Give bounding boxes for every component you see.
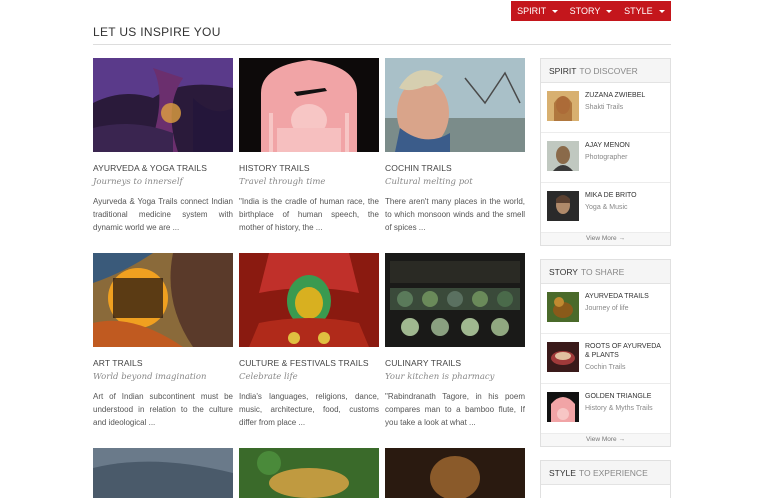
nav-story[interactable]: STORY <box>564 1 617 21</box>
item-subtitle: Cochin Trails <box>585 364 626 371</box>
story-thumbnail[interactable] <box>547 342 579 372</box>
avatar[interactable] <box>547 141 579 171</box>
card-description: India's languages, religions, dance, mus… <box>239 392 379 427</box>
card-culinary[interactable]: CULINARY TRAILS Your kitchen is pharmacy… <box>385 253 525 429</box>
culture-image[interactable] <box>239 253 379 347</box>
item-subtitle: Shakti Trails <box>585 104 624 111</box>
widget-heading: STORY TO SHARE <box>541 260 670 284</box>
card-image-row3-2[interactable] <box>239 448 379 498</box>
item-name[interactable]: AJAY MENON <box>585 141 630 150</box>
item-subtitle: History & Myths Trails <box>585 405 653 412</box>
list-item[interactable]: AJAY MENON Photographer <box>541 133 670 183</box>
nav-story-label: STORY <box>569 6 601 16</box>
card-image-row3-1[interactable] <box>93 448 233 498</box>
widget-heading-strong: STORY <box>549 266 578 277</box>
nav-spirit[interactable]: SPIRIT <box>511 1 564 21</box>
caret-down-icon <box>606 9 613 13</box>
list-item[interactable]: ROOTS OF AYURVEDA & PLANTS Cochin Trails <box>541 334 670 384</box>
card-ayurveda-yoga[interactable]: AYURVEDA & YOGA TRAILS Journeys to inner… <box>93 58 233 234</box>
card-tagline: Cultural melting pot <box>385 177 473 187</box>
list-item[interactable]: MIKA DE BRITO Yoga & Music <box>541 183 670 233</box>
nav-spirit-label: SPIRIT <box>517 6 547 16</box>
title-divider <box>93 44 671 45</box>
item-subtitle: Photographer <box>585 154 628 161</box>
card-description: There aren't many places in the world, t… <box>385 197 525 232</box>
spirit-widget: SPIRIT TO DISCOVER ZUZANA ZWIEBEL Shakti… <box>540 58 671 246</box>
item-subtitle: Yoga & Music <box>585 204 628 211</box>
widget-heading-light: TO EXPERIENCE <box>578 467 648 478</box>
widget-heading-strong: SPIRIT <box>549 65 577 76</box>
card-title[interactable]: COCHIN TRAILS <box>385 163 525 173</box>
item-subtitle: Journey of life <box>585 305 629 312</box>
culinary-image[interactable] <box>385 253 525 347</box>
card-title[interactable]: AYURVEDA & YOGA TRAILS <box>93 163 233 173</box>
card-tagline: Celebrate life <box>239 372 298 382</box>
art-image[interactable] <box>93 253 233 347</box>
card-title[interactable]: CULTURE & FESTIVALS TRAILS <box>239 358 379 368</box>
widget-heading-strong: STYLE <box>549 467 576 478</box>
card-description: "Rabindranath Tagore, in his poem compar… <box>385 392 525 427</box>
view-more-link[interactable]: View More → <box>541 233 670 245</box>
caret-down-icon <box>552 9 559 13</box>
item-name[interactable]: GOLDEN TRIANGLE <box>585 392 653 401</box>
card-image-row3-3[interactable] <box>385 448 525 498</box>
story-widget: STORY TO SHARE AYURVEDA TRAILS Journey o… <box>540 259 671 447</box>
nav-style[interactable]: STYLE <box>618 1 671 21</box>
card-tagline: Travel through time <box>239 177 326 187</box>
page-title: LET US INSPIRE YOU <box>93 25 221 39</box>
list-item[interactable]: ZUZANA ZWIEBEL Shakti Trails <box>541 83 670 133</box>
ayurveda-image[interactable] <box>93 58 233 152</box>
card-tagline: Your kitchen is pharmacy <box>385 372 495 382</box>
widget-heading-light: TO SHARE <box>580 266 625 277</box>
item-name[interactable]: ROOTS OF AYURVEDA & PLANTS <box>585 342 664 360</box>
top-nav: SPIRIT STORY STYLE <box>511 1 671 21</box>
card-description: "India is the cradle of human race, the … <box>239 197 379 232</box>
card-description: Ayurveda & Yoga Trails connect Indian tr… <box>93 197 233 232</box>
history-image[interactable] <box>239 58 379 152</box>
card-description: Art of Indian subcontinent must be under… <box>93 392 233 427</box>
card-tagline: Journeys to innerself <box>93 177 183 187</box>
widget-heading: STYLE TO EXPERIENCE <box>541 461 670 485</box>
card-title[interactable]: CULINARY TRAILS <box>385 358 525 368</box>
story-thumbnail[interactable] <box>547 292 579 322</box>
nav-style-label: STYLE <box>624 6 653 16</box>
story-thumbnail[interactable] <box>547 392 579 422</box>
caret-down-icon <box>658 9 665 13</box>
avatar[interactable] <box>547 191 579 221</box>
cochin-image[interactable] <box>385 58 525 152</box>
card-tagline: World beyond imagination <box>93 372 207 382</box>
card-history[interactable]: HISTORY TRAILS Travel through time "Indi… <box>239 58 379 234</box>
card-culture-festivals[interactable]: CULTURE & FESTIVALS TRAILS Celebrate lif… <box>239 253 379 429</box>
style-widget: STYLE TO EXPERIENCE <box>540 460 671 498</box>
list-item[interactable]: GOLDEN TRIANGLE History & Myths Trails <box>541 384 670 434</box>
item-name[interactable]: MIKA DE BRITO <box>585 191 637 200</box>
card-title[interactable]: ART TRAILS <box>93 358 233 368</box>
item-name[interactable]: ZUZANA ZWIEBEL <box>585 91 645 100</box>
avatar[interactable] <box>547 91 579 121</box>
card-cochin[interactable]: COCHIN TRAILS Cultural melting pot There… <box>385 58 525 234</box>
item-name[interactable]: AYURVEDA TRAILS <box>585 292 649 301</box>
widget-heading: SPIRIT TO DISCOVER <box>541 59 670 83</box>
list-item[interactable]: AYURVEDA TRAILS Journey of life <box>541 284 670 334</box>
view-more-link[interactable]: View More → <box>541 434 670 446</box>
widget-heading-light: TO DISCOVER <box>579 65 638 76</box>
card-title[interactable]: HISTORY TRAILS <box>239 163 379 173</box>
card-art[interactable]: ART TRAILS World beyond imagination Art … <box>93 253 233 429</box>
